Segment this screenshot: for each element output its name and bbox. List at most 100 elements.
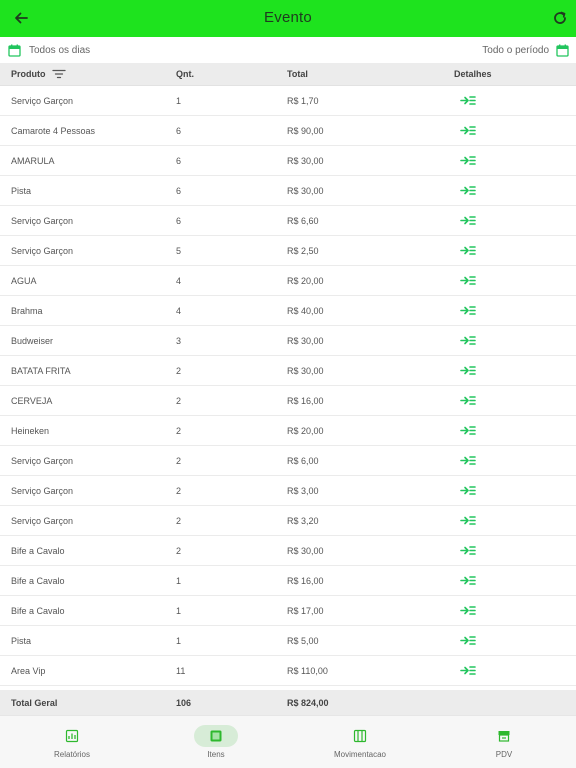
product-name: Pista — [11, 636, 32, 646]
nav-item-relatorios[interactable]: Relatórios — [0, 716, 144, 768]
product-total: R$ 1,70 — [287, 96, 319, 106]
details-icon[interactable] — [460, 335, 476, 346]
page-title: Evento — [264, 9, 312, 26]
product-total: R$ 20,00 — [287, 426, 324, 436]
product-qnt: 6 — [176, 216, 182, 226]
product-qnt: 6 — [176, 126, 182, 136]
product-total: R$ 90,00 — [287, 126, 324, 136]
product-qnt: 4 — [176, 276, 182, 286]
total-row: Total Geral 106 R$ 824,00 — [0, 690, 576, 715]
details-icon[interactable] — [460, 485, 476, 496]
details-icon[interactable] — [460, 305, 476, 316]
table-row: Bife a Cavalo 1 R$ 17,00 — [0, 596, 576, 626]
column-header-produto: Produto — [11, 69, 46, 79]
details-icon[interactable] — [460, 455, 476, 466]
product-name: Serviço Garçon — [11, 96, 74, 106]
table-row: Pista 6 R$ 30,00 — [0, 176, 576, 206]
details-icon[interactable] — [460, 245, 476, 256]
details-icon[interactable] — [460, 515, 476, 526]
product-name: Bife a Cavalo — [11, 546, 65, 556]
product-total: R$ 17,00 — [287, 606, 324, 616]
nav-label: Itens — [207, 750, 225, 759]
nav-item-itens[interactable]: Itens — [144, 716, 288, 768]
product-qnt: 2 — [176, 516, 182, 526]
period-filter[interactable]: Todo o período — [482, 41, 569, 59]
product-qnt: 4 — [176, 306, 182, 316]
nav-label: Relatórios — [53, 750, 90, 759]
details-icon[interactable] — [460, 575, 476, 586]
total-label: Total Geral — [11, 698, 58, 708]
product-total: R$ 3,00 — [287, 486, 319, 496]
details-icon[interactable] — [460, 545, 476, 556]
product-total: R$ 20,00 — [287, 276, 324, 286]
product-name: Budweiser — [11, 336, 54, 346]
product-name: Heineken — [11, 426, 50, 436]
product-qnt: 2 — [176, 426, 182, 436]
refresh-icon[interactable] — [551, 9, 569, 27]
bottom-nav: Relatórios Itens Movimentacao PDV — [0, 715, 576, 768]
table-row: Bife a Cavalo 2 R$ 30,00 — [0, 536, 576, 566]
details-icon[interactable] — [460, 185, 476, 196]
product-name: Pista — [11, 186, 32, 196]
table-row: AMARULA 6 R$ 30,00 — [0, 146, 576, 176]
product-name: Bife a Cavalo — [11, 606, 65, 616]
calendar-icon — [8, 44, 21, 57]
product-total: R$ 40,00 — [287, 306, 324, 316]
nav-item-movimentacao[interactable]: Movimentacao — [288, 716, 432, 768]
nav-label: Movimentacao — [333, 750, 387, 759]
pos-icon — [498, 731, 510, 742]
details-icon[interactable] — [460, 215, 476, 226]
table-row: Bife a Cavalo 1 R$ 16,00 — [0, 566, 576, 596]
table-row: Serviço Garçon 2 R$ 3,20 — [0, 506, 576, 536]
details-icon[interactable] — [460, 605, 476, 616]
items-icon — [210, 730, 222, 742]
table-row: Serviço Garçon 1 R$ 1,70 — [0, 86, 576, 116]
details-icon[interactable] — [460, 425, 476, 436]
product-name: Brahma — [11, 306, 43, 316]
product-total: R$ 16,00 — [287, 576, 324, 586]
total-value: R$ 824,00 — [287, 698, 329, 708]
filter-list-icon[interactable] — [52, 69, 66, 79]
product-qnt: 2 — [176, 456, 182, 466]
report-icon — [65, 729, 79, 743]
nav-item-pdv[interactable]: PDV — [432, 716, 576, 768]
table-row: Serviço Garçon 2 R$ 3,00 — [0, 476, 576, 506]
product-qnt: 2 — [176, 396, 182, 406]
product-qnt: 1 — [176, 576, 182, 586]
table-row: BATATA FRITA 2 R$ 30,00 — [0, 356, 576, 386]
product-name: CERVEJA — [11, 396, 53, 406]
product-name: Serviço Garçon — [11, 486, 74, 496]
table-row: Camarote 4 Pessoas 6 R$ 90,00 — [0, 116, 576, 146]
product-total: R$ 30,00 — [287, 186, 324, 196]
product-qnt: 6 — [176, 156, 182, 166]
product-total: R$ 5,00 — [287, 636, 319, 646]
details-icon[interactable] — [460, 95, 476, 106]
details-icon[interactable] — [460, 275, 476, 286]
movement-icon — [353, 729, 367, 743]
table-row: Budweiser 3 R$ 30,00 — [0, 326, 576, 356]
product-name: BATATA FRITA — [11, 366, 71, 376]
nav-label: PDV — [495, 750, 513, 759]
product-name: Camarote 4 Pessoas — [11, 126, 96, 136]
product-name: AMARULA — [11, 156, 55, 166]
product-total: R$ 30,00 — [287, 336, 324, 346]
product-total: R$ 3,20 — [287, 516, 319, 526]
details-icon[interactable] — [460, 365, 476, 376]
details-icon[interactable] — [460, 155, 476, 166]
table-row: Serviço Garçon 5 R$ 2,50 — [0, 236, 576, 266]
details-icon[interactable] — [460, 125, 476, 136]
product-name: Serviço Garçon — [11, 246, 74, 256]
product-total: R$ 30,00 — [287, 156, 324, 166]
details-icon[interactable] — [460, 665, 476, 676]
total-qnt: 106 — [176, 698, 192, 708]
details-icon[interactable] — [460, 395, 476, 406]
product-total: R$ 110,00 — [287, 666, 328, 676]
table-row: Pista 1 R$ 5,00 — [0, 626, 576, 656]
day-filter[interactable]: Todos os dias — [8, 41, 90, 59]
details-icon[interactable] — [460, 635, 476, 646]
product-qnt: 5 — [176, 246, 182, 256]
table-row: Serviço Garçon 6 R$ 6,60 — [0, 206, 576, 236]
product-total: R$ 30,00 — [287, 546, 324, 556]
product-name: Serviço Garçon — [11, 516, 74, 526]
product-total: R$ 30,00 — [287, 366, 324, 376]
